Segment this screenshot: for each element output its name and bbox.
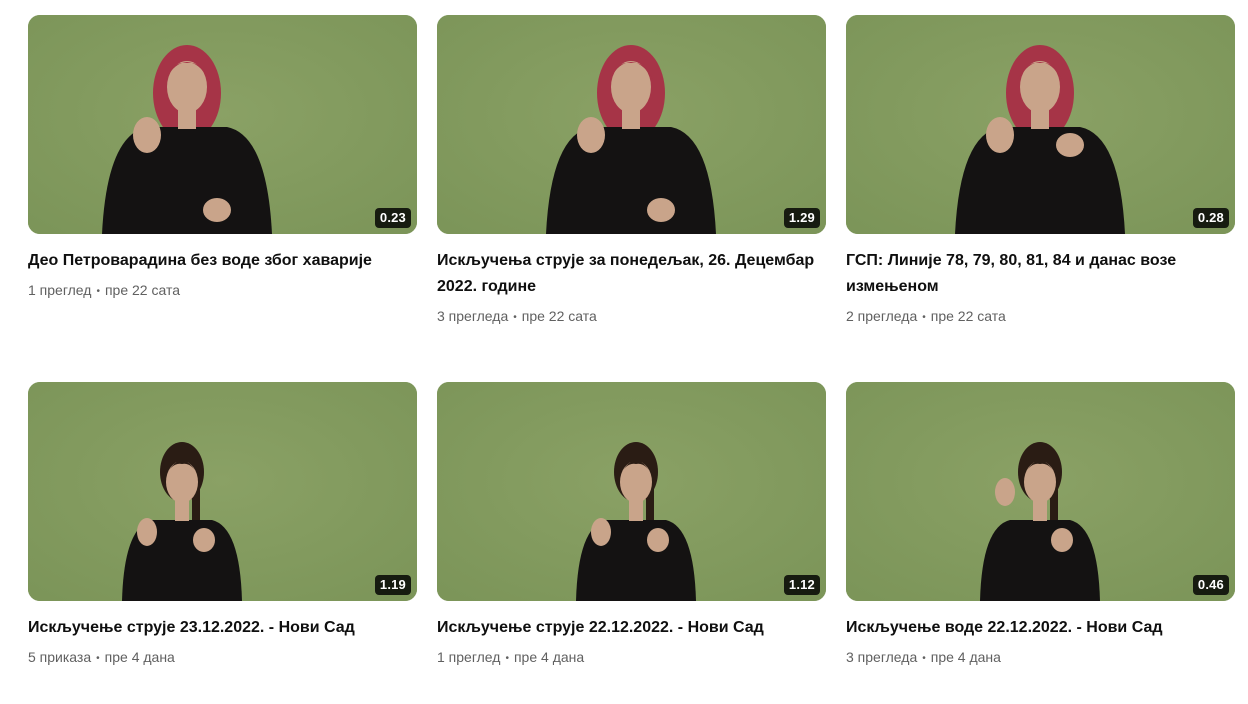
duration-badge: 1.19 (374, 575, 411, 595)
thumbnail-image (437, 15, 826, 234)
video-thumbnail[interactable]: 0.28 (846, 15, 1235, 234)
upload-age: пре 4 дана (104, 649, 175, 665)
video-thumbnail[interactable]: 1.19 (28, 382, 417, 601)
thumbnail-image (846, 382, 1235, 601)
view-count: 2 прегледа (846, 308, 918, 324)
meta-separator: • (922, 312, 926, 323)
meta-separator: • (96, 653, 100, 664)
video-meta: 1 преглед • пре 4 дана (437, 647, 826, 669)
video-thumbnail[interactable]: 0.23 (28, 15, 417, 234)
video-title[interactable]: Искључења струје за понедељак, 26. Децем… (437, 248, 818, 300)
video-meta: 5 приказа • пре 4 дана (28, 647, 417, 669)
duration-badge: 0.23 (374, 208, 411, 228)
upload-age: пре 22 сата (104, 282, 180, 298)
video-meta: 2 прегледа • пре 22 сата (846, 306, 1235, 328)
video-title[interactable]: Искључење воде 22.12.2022. - Нови Сад (846, 615, 1227, 641)
view-count: 1 преглед (437, 649, 501, 665)
view-count: 5 приказа (28, 649, 92, 665)
view-count: 1 преглед (28, 282, 92, 298)
video-card[interactable]: 1.29 Искључења струје за понедељак, 26. … (437, 15, 826, 328)
video-thumbnail[interactable]: 0.46 (846, 382, 1235, 601)
video-title[interactable]: Искључење струје 22.12.2022. - Нови Сад (437, 615, 818, 641)
upload-age: пре 22 сата (930, 308, 1006, 324)
meta-separator: • (505, 653, 509, 664)
thumbnail-image (437, 382, 826, 601)
video-meta: 1 преглед • пре 22 сата (28, 280, 417, 302)
video-card[interactable]: 1.19 Искључење струје 23.12.2022. - Нови… (28, 382, 417, 669)
duration-badge: 0.28 (1192, 208, 1229, 228)
view-count: 3 прегледа (846, 649, 918, 665)
upload-age: пре 4 дана (930, 649, 1001, 665)
video-meta: 3 прегледа • пре 22 сата (437, 306, 826, 328)
meta-separator: • (513, 312, 517, 323)
video-card[interactable]: 0.28 ГСП: Линије 78, 79, 80, 81, 84 и да… (846, 15, 1235, 328)
video-card[interactable]: 0.23 Део Петроварадина без воде због хав… (28, 15, 417, 302)
upload-age: пре 4 дана (513, 649, 585, 665)
video-grid: 0.23 Део Петроварадина без воде због хав… (0, 0, 1248, 704)
thumbnail-image (846, 15, 1235, 234)
video-card[interactable]: 0.46 Искључење воде 22.12.2022. - Нови С… (846, 382, 1235, 669)
duration-badge: 1.29 (783, 208, 820, 228)
view-count: 3 прегледа (437, 308, 509, 324)
video-thumbnail[interactable]: 1.12 (437, 382, 826, 601)
thumbnail-image (28, 15, 417, 234)
video-meta: 3 прегледа • пре 4 дана (846, 647, 1235, 669)
duration-badge: 0.46 (1192, 575, 1229, 595)
video-card[interactable]: 1.12 Искључење струје 22.12.2022. - Нови… (437, 382, 826, 669)
duration-badge: 1.12 (783, 575, 820, 595)
video-title[interactable]: ГСП: Линије 78, 79, 80, 81, 84 и данас в… (846, 248, 1227, 300)
meta-separator: • (922, 653, 926, 664)
meta-separator: • (96, 286, 100, 297)
thumbnail-image (28, 382, 417, 601)
video-title[interactable]: Део Петроварадина без воде због хаварије (28, 248, 409, 274)
video-title[interactable]: Искључење струје 23.12.2022. - Нови Сад (28, 615, 409, 641)
video-thumbnail[interactable]: 1.29 (437, 15, 826, 234)
upload-age: пре 22 сата (521, 308, 597, 324)
